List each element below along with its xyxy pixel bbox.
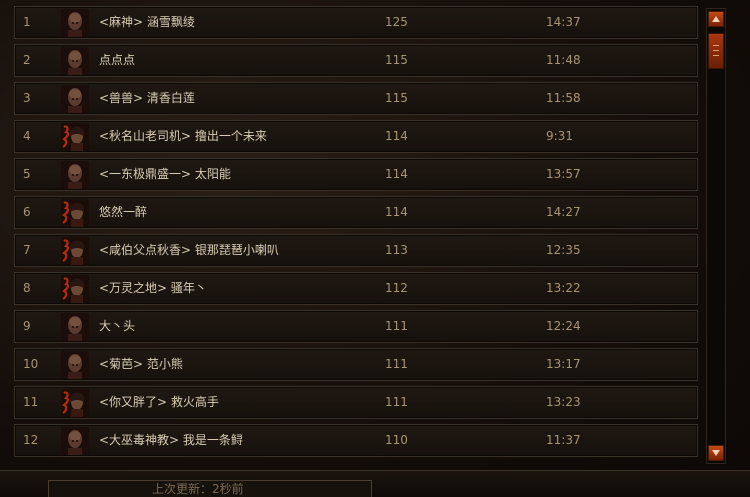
player-level: 115 [385,91,408,105]
completion-time: 12:24 [546,319,581,333]
triangle-up-icon [712,16,720,22]
male-portrait [61,351,89,379]
player-name: <你又胖了> 救火高手 [99,395,219,409]
completion-time: 13:22 [546,281,581,295]
leaderboard-row[interactable]: 7 <咸伯父点秋香> 银那琵琶小喇叭 113 12:35 [14,234,698,267]
male-portrait [61,85,89,113]
rank-number: 12 [23,433,39,447]
completion-time: 14:37 [546,15,581,29]
completion-time: 13:23 [546,395,581,409]
player-name: <一东极鼎盛一> 太阳能 [99,167,231,181]
player-level: 113 [385,243,408,257]
leaderboard-row[interactable]: 1 <麻神> 涵雪飘绫 125 14:37 [14,6,698,39]
rank-number: 8 [23,281,31,295]
player-level: 125 [385,15,408,29]
scroll-thumb[interactable] [708,33,724,69]
player-name: <万灵之地> 骚年丶 [99,281,207,295]
rank-number: 2 [23,53,31,67]
completion-time: 9:31 [546,129,573,143]
rank-number: 3 [23,91,31,105]
leaderboard-row[interactable]: 2 点点点 115 11:48 [14,44,698,77]
player-name: 点点点 [99,53,136,67]
player-level: 111 [385,319,408,333]
male-portrait [61,161,89,189]
leaderboard-row[interactable]: 3 <兽兽> 清香白莲 115 11:58 [14,82,698,115]
player-level: 112 [385,281,408,295]
rank-number: 1 [23,15,31,29]
leaderboard-row[interactable]: 10 <菊芭> 范小熊 111 13:17 [14,348,698,381]
rank-number: 10 [23,357,39,371]
triangle-down-icon [712,450,720,456]
leaderboard-row[interactable]: 11 <你又胖了> 救火高手 111 13:23 [14,386,698,419]
rank-number: 11 [23,395,39,409]
male-portrait [61,313,89,341]
scrollbar[interactable] [706,8,726,464]
player-name: 悠然一醉 [99,205,148,219]
leaderboard-row[interactable]: 8 <万灵之地> 骚年丶 112 13:22 [14,272,698,305]
completion-time: 14:27 [546,205,581,219]
male-portrait [61,427,89,455]
male-portrait [61,47,89,75]
leaderboard-row[interactable]: 9 大丶头 111 12:24 [14,310,698,343]
player-name: 大丶头 [99,319,136,333]
rank-number: 9 [23,319,31,333]
leaderboard-panel: 1 <麻神> 涵雪飘绫 125 14:37 2 点点点 115 11:48 3 <兽兽> 清香白莲… [0,0,750,497]
completion-time: 12:35 [546,243,581,257]
last-update-text: 上次更新：2秒前 [152,483,244,496]
player-name: <麻神> 涵雪飘绫 [99,15,195,29]
leaderboard-row[interactable]: 4 <秋名山老司机> 撸出一个未来 114 9:31 [14,120,698,153]
player-level: 111 [385,357,408,371]
female-portrait [61,389,89,417]
player-level: 114 [385,129,408,143]
player-name: <兽兽> 清香白莲 [99,91,195,105]
leaderboard-row[interactable]: 5 <一东极鼎盛一> 太阳能 114 13:57 [14,158,698,191]
player-name: <大巫毒神教> 我是一条鲟 [99,433,243,447]
scroll-down-button[interactable] [708,445,724,461]
male-portrait [61,9,89,37]
leaderboard-row[interactable]: 6 悠然一醉 114 14:27 [14,196,698,229]
female-portrait [61,199,89,227]
player-level: 114 [385,205,408,219]
rank-number: 4 [23,129,31,143]
player-level: 114 [385,167,408,181]
female-portrait [61,275,89,303]
player-name: <咸伯父点秋香> 银那琵琶小喇叭 [99,243,279,257]
female-portrait [61,237,89,265]
leaderboard-row[interactable]: 12 <大巫毒神教> 我是一条鲟 110 11:37 [14,424,698,457]
scroll-up-button[interactable] [708,11,724,27]
completion-time: 11:48 [546,53,581,67]
player-level: 111 [385,395,408,409]
completion-time: 11:58 [546,91,581,105]
player-level: 115 [385,53,408,67]
rank-number: 5 [23,167,31,181]
player-level: 110 [385,433,408,447]
rank-number: 6 [23,205,31,219]
female-portrait [61,123,89,151]
rank-number: 7 [23,243,31,257]
completion-time: 13:17 [546,357,581,371]
completion-time: 13:57 [546,167,581,181]
player-name: <秋名山老司机> 撸出一个未来 [99,129,267,143]
player-name: <菊芭> 范小熊 [99,357,183,371]
completion-time: 11:37 [546,433,581,447]
